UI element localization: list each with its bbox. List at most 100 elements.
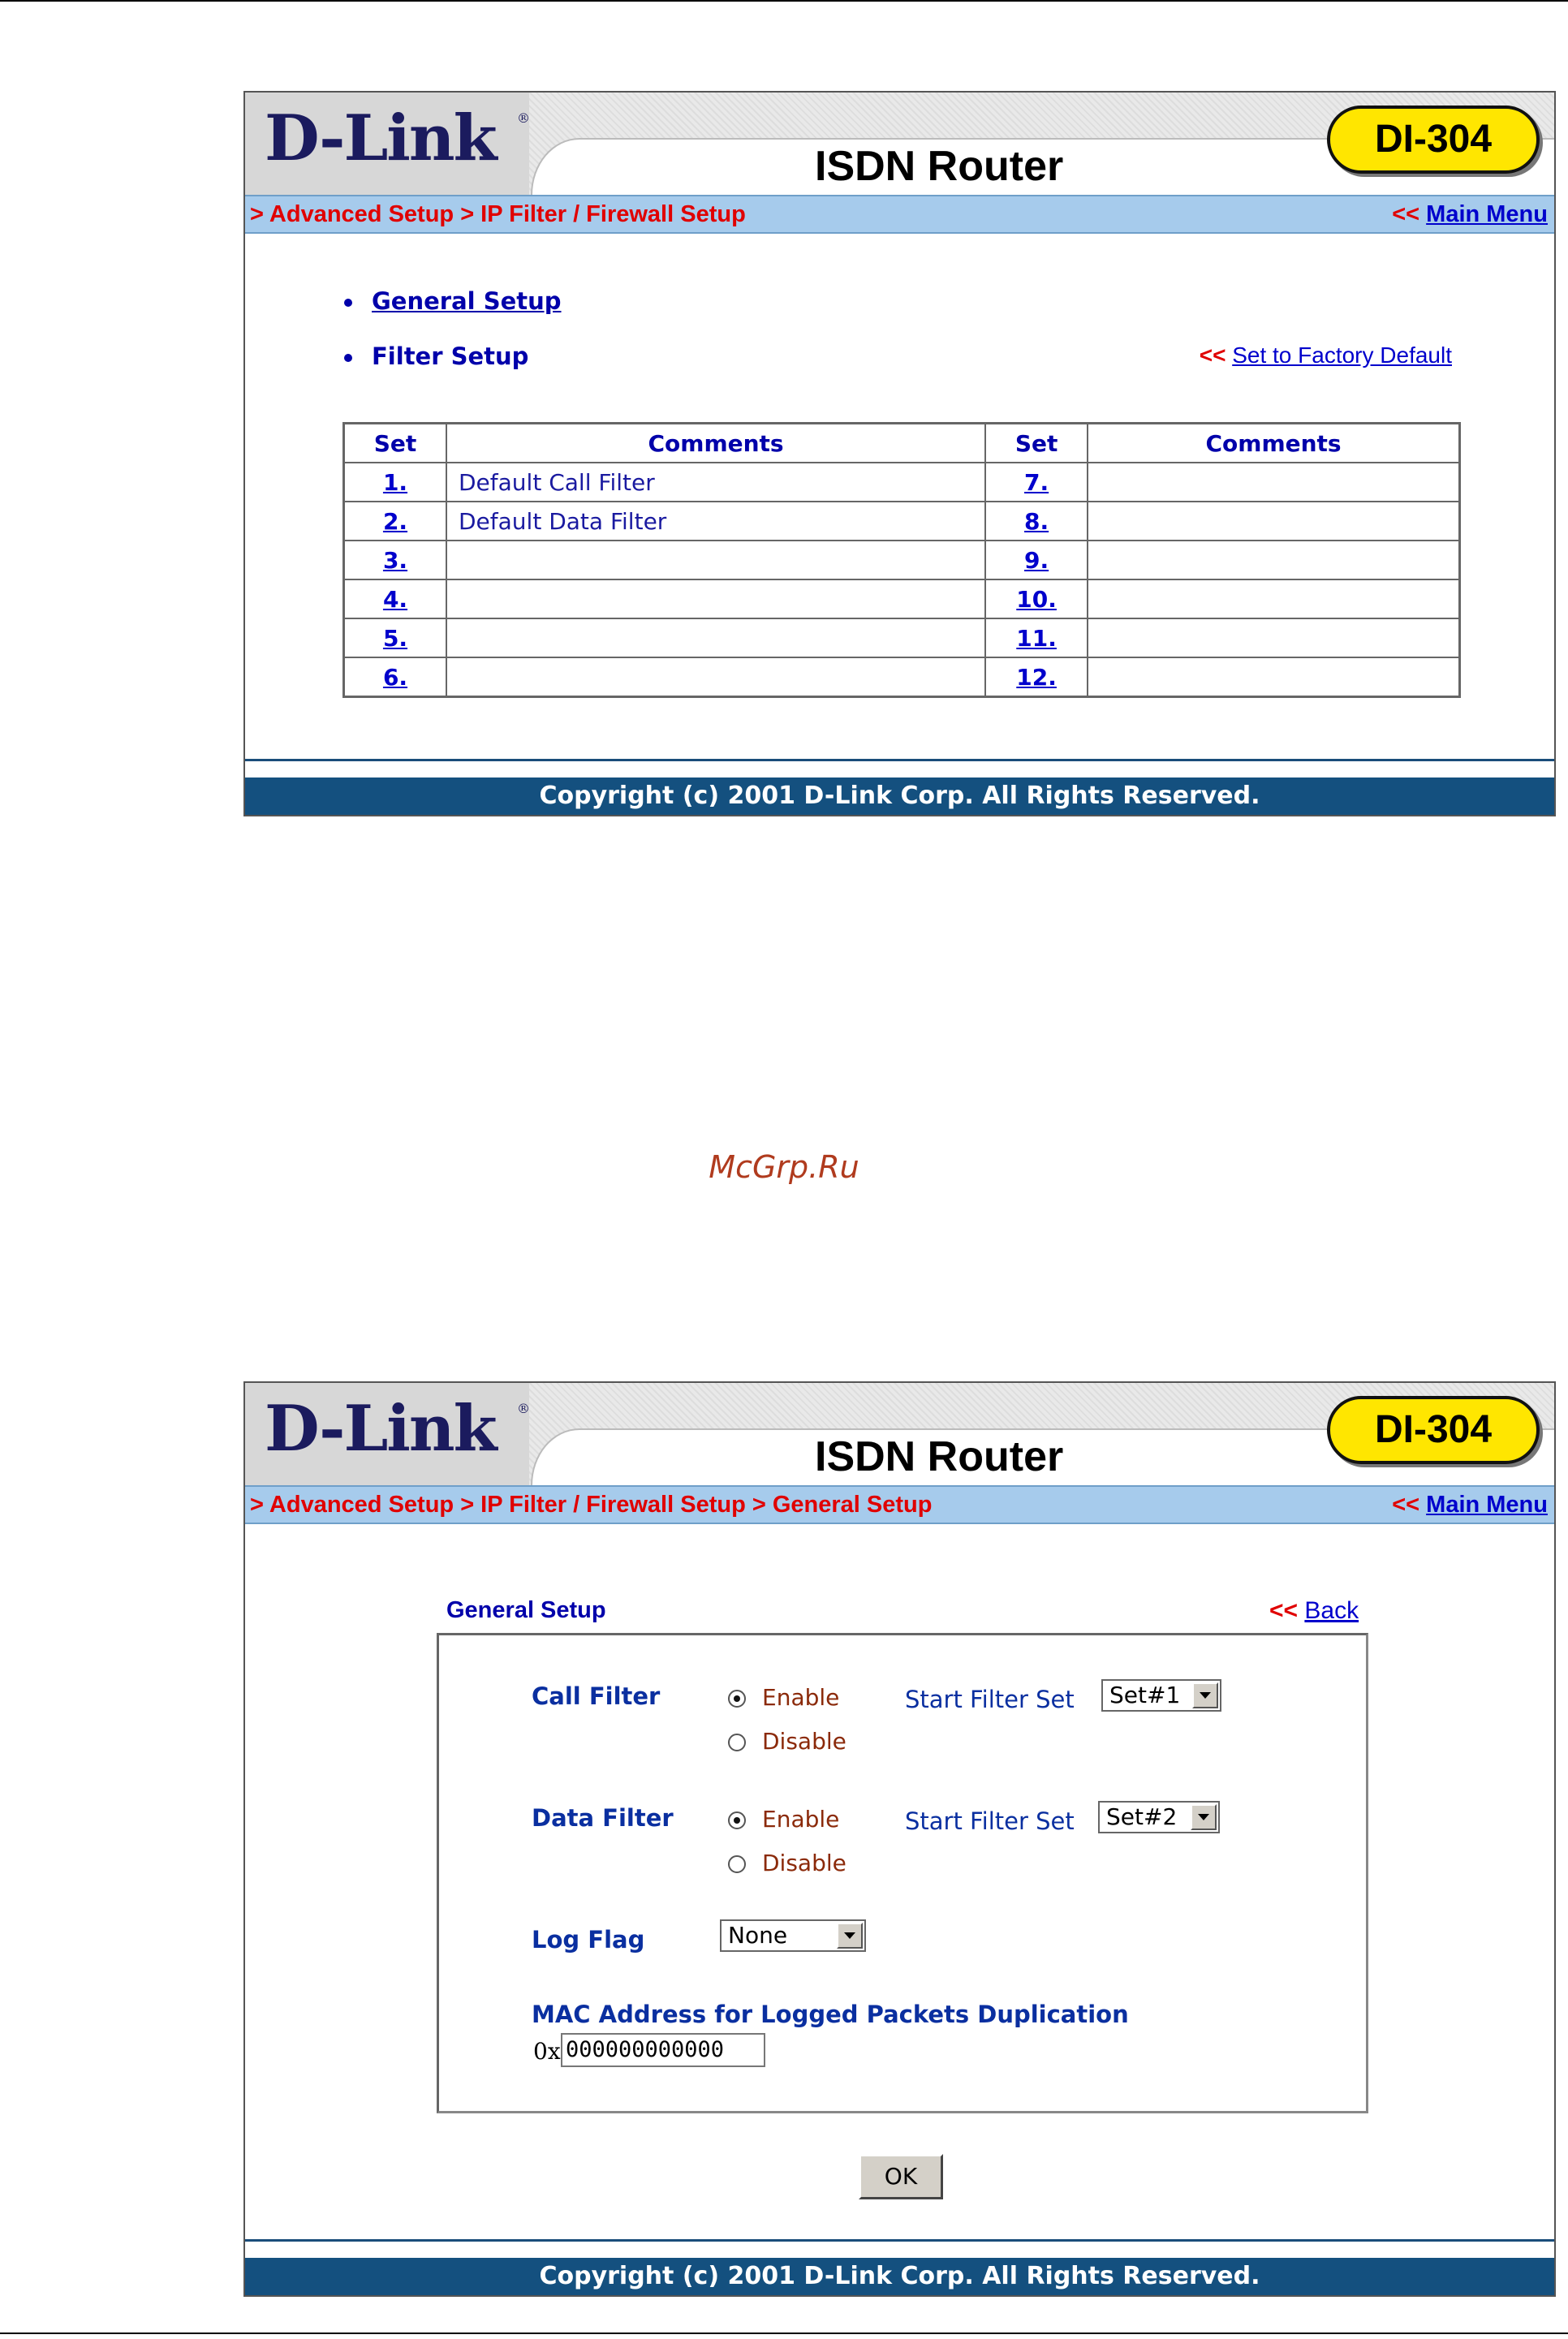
breadcrumb: > Advanced Setup > IP Filter / Firewall … [250,1492,933,1518]
copyright-text: Copyright (c) 2001 D-Link Corp. All Righ… [245,2258,1554,2295]
set-comment [1087,657,1461,698]
chevron-down-icon[interactable] [1191,1804,1217,1830]
set-comment [445,657,987,698]
section-title: General Setup [446,1597,606,1623]
filter-set-link[interactable]: 10. [1016,586,1057,613]
filter-setup-screenshot: D-Link ® ISDN Router DI-304 > Advanced S… [243,91,1556,816]
chevron-down-icon[interactable] [837,1923,863,1949]
footer-divider [245,2239,1554,2242]
col-set: Set [984,422,1089,463]
log-flag-select[interactable]: None [720,1919,866,1952]
data-start-filter-select[interactable]: Set#2 [1098,1801,1220,1833]
log-flag-label: Log Flag [532,1926,645,1953]
mac-hex-prefix: 0x [533,2038,561,2065]
breadcrumb: > Advanced Setup > IP Filter / Firewall … [250,201,746,227]
call-start-filter-select[interactable]: Set#1 [1101,1679,1221,1712]
table-header-row: Set Comments Set Comments [342,422,1461,463]
main-menu-link[interactable]: Main Menu [1426,201,1548,227]
chevron-left-icon: << [1269,1597,1299,1624]
select-value: Set#1 [1109,1682,1181,1708]
general-setup-panel: Call Filter Enable Disable Start Filter … [437,1633,1368,2113]
table-row: 4. 10. [342,579,1461,619]
radio-selected-icon[interactable] [728,1690,746,1708]
filter-set-link[interactable]: 5. [383,625,407,652]
table-row: 3. 9. [342,540,1461,580]
chevron-left-icon: << [1392,1492,1420,1518]
filter-set-link[interactable]: 12. [1016,664,1057,691]
page-bottom-rule [0,2333,1568,2334]
table-row: 1. Default Call Filter 7. [342,462,1461,502]
ok-button[interactable]: OK [859,2154,943,2199]
header-banner: D-Link ® ISDN Router DI-304 [245,1383,1554,1487]
product-title: ISDN Router [815,1433,1064,1480]
set-comment [1087,540,1461,580]
table-row: 5. 11. [342,618,1461,658]
data-start-filter-label: Start Filter Set [905,1807,1075,1835]
chevron-down-icon[interactable] [1192,1682,1218,1708]
filter-set-link[interactable]: 3. [383,547,407,574]
general-setup-screenshot: D-Link ® ISDN Router DI-304 > Advanced S… [243,1381,1556,2297]
model-badge: DI-304 [1327,1396,1540,1464]
product-title: ISDN Router [815,143,1064,190]
footer: Copyright (c) 2001 D-Link Corp. All Righ… [245,759,1554,815]
set-comment: Default Call Filter [445,462,987,502]
filter-set-link[interactable]: 11. [1016,625,1057,652]
select-value: Set#2 [1106,1803,1178,1830]
set-comment [445,579,987,619]
model-badge: DI-304 [1327,106,1540,174]
call-filter-disable-option[interactable]: Disable [728,1728,846,1755]
call-filter-label: Call Filter [532,1682,661,1710]
set-comment [445,618,987,658]
factory-default-link[interactable]: Set to Factory Default [1232,342,1452,368]
filter-sets-table: Set Comments Set Comments 1. Default Cal… [342,422,1461,698]
chevron-left-icon: << [1392,201,1420,227]
filter-set-link[interactable]: 2. [383,508,407,535]
filter-set-link[interactable]: 9. [1024,547,1049,574]
factory-default-group: << Set to Factory Default [1200,342,1452,368]
call-filter-enable-option[interactable]: Enable [728,1684,839,1711]
option-label: Disable [762,1728,846,1755]
main-menu-link[interactable]: Main Menu [1426,1492,1548,1518]
filter-set-link[interactable]: 7. [1024,469,1049,496]
filter-set-link[interactable]: 6. [383,664,407,691]
mac-address-input[interactable]: 000000000000 [561,2033,765,2067]
option-label: Enable [762,1806,840,1833]
call-start-filter-label: Start Filter Set [905,1686,1075,1713]
data-filter-label: Data Filter [532,1804,674,1832]
set-comment [1087,462,1461,502]
page-top-rule [0,0,1568,2]
radio-unselected-icon[interactable] [728,1734,746,1751]
filter-setup-item: Filter Setup [344,342,528,370]
col-comments: Comments [1087,422,1461,463]
select-value: None [728,1922,788,1949]
general-setup-item: General Setup [344,287,562,315]
general-setup-link[interactable]: General Setup [372,287,562,315]
breadcrumb-bar: > Advanced Setup > IP Filter / Firewall … [245,1485,1554,1524]
filter-set-link[interactable]: 8. [1024,508,1049,535]
data-filter-disable-option[interactable]: Disable [728,1850,846,1876]
mac-address-label: MAC Address for Logged Packets Duplicati… [532,2001,1129,2028]
option-label: Disable [762,1850,846,1876]
filter-set-link[interactable]: 1. [383,469,407,496]
filter-set-link[interactable]: 4. [383,586,407,613]
radio-unselected-icon[interactable] [728,1855,746,1873]
footer: Copyright (c) 2001 D-Link Corp. All Righ… [245,2239,1554,2295]
registered-mark: ® [517,1401,530,1416]
breadcrumb-bar: > Advanced Setup > IP Filter / Firewall … [245,195,1554,234]
footer-divider [245,759,1554,761]
col-set: Set [342,422,447,463]
table-row: 2. Default Data Filter 8. [342,501,1461,541]
dlink-logo: D-Link [265,1392,498,1466]
set-comment [1087,579,1461,619]
data-filter-enable-option[interactable]: Enable [728,1806,839,1833]
registered-mark: ® [517,110,530,126]
set-comment: Default Data Filter [445,501,987,541]
back-link[interactable]: Back [1304,1597,1359,1624]
copyright-text: Copyright (c) 2001 D-Link Corp. All Righ… [245,778,1554,815]
header-banner: D-Link ® ISDN Router DI-304 [245,93,1554,196]
main-menu-link-group: << Main Menu [1392,1487,1548,1523]
set-comment [1087,618,1461,658]
bullet-icon [344,299,352,307]
set-comment [445,540,987,580]
radio-selected-icon[interactable] [728,1811,746,1829]
